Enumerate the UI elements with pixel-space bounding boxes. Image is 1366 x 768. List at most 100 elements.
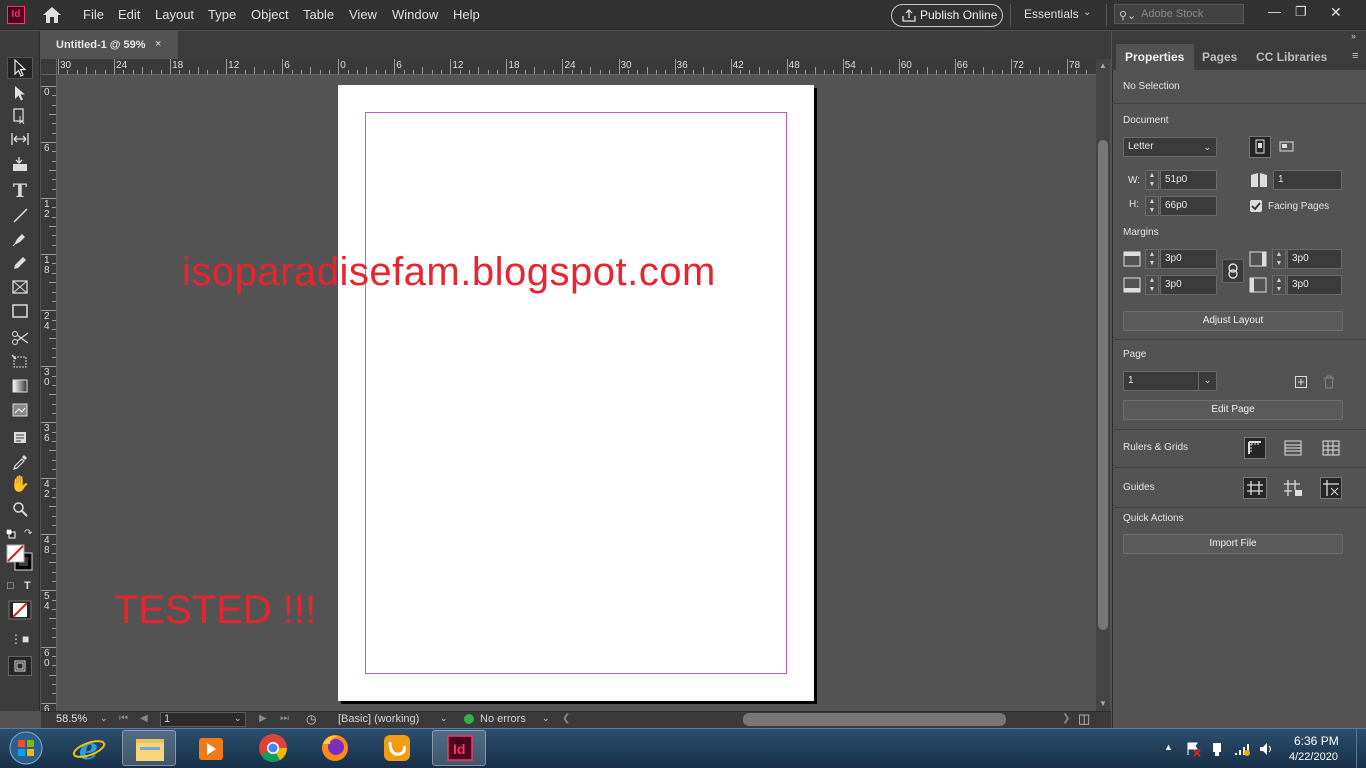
page-select[interactable]: 1 ⌄ [1123, 371, 1217, 391]
gradient-feather-tool[interactable] [9, 401, 31, 421]
import-file-button[interactable]: Import File [1123, 534, 1343, 554]
number-of-pages-field[interactable]: 1 [1273, 170, 1342, 190]
tab-properties[interactable]: Properties [1116, 44, 1194, 70]
preflight-icon[interactable]: ◷ [306, 712, 316, 726]
direct-selection-tool[interactable] [9, 83, 31, 103]
menu-type[interactable]: Type [208, 7, 236, 22]
document-preset-select[interactable]: Letter ⌄ [1123, 137, 1217, 157]
action-center-icon[interactable] [1185, 741, 1201, 757]
indesign-app[interactable]: Id [432, 730, 486, 766]
menu-edit[interactable]: Edit [118, 7, 140, 22]
swap-fill-stroke-icon[interactable]: ↷ [24, 528, 32, 539]
ruler-origin[interactable] [41, 59, 57, 75]
vertical-ruler[interactable]: 0 6 12 18 24 30 36 42 48 54 60 6 [41, 75, 57, 714]
hand-tool[interactable]: ✋ [9, 475, 31, 495]
screen-mode-button[interactable] [8, 656, 32, 676]
portrait-orientation-button[interactable] [1249, 136, 1271, 158]
margin-bottom-field[interactable]: 3p0 [1160, 275, 1217, 295]
document-grid-icon[interactable] [1321, 438, 1341, 458]
guides-visibility-icon[interactable] [1243, 477, 1267, 499]
show-desktop-button[interactable] [1356, 729, 1366, 768]
height-stepper[interactable]: ▲ ▼ [1145, 196, 1159, 216]
chrome-app[interactable] [246, 730, 300, 766]
gap-tool[interactable] [9, 130, 31, 150]
home-icon[interactable] [42, 6, 62, 24]
preflight-profile[interactable]: [Basic] (working) [338, 713, 419, 725]
scroll-left-icon[interactable]: ❮ [562, 713, 570, 724]
split-window-icon[interactable]: ◫ [1078, 711, 1090, 727]
edit-page-button[interactable]: Edit Page [1123, 400, 1343, 420]
tab-pages[interactable]: Pages [1202, 44, 1237, 70]
firefox-app[interactable] [308, 730, 362, 766]
workspace-switcher[interactable]: Essentials [1024, 7, 1079, 21]
formatting-text-icon[interactable]: T [24, 580, 31, 592]
usb-device-icon[interactable] [1209, 741, 1225, 757]
rectangle-frame-tool[interactable] [9, 278, 31, 298]
adjust-layout-button[interactable]: Adjust Layout [1123, 311, 1343, 331]
default-fill-stroke-icon[interactable] [5, 528, 16, 539]
clock-date[interactable]: 4/22/2020 [1289, 751, 1338, 763]
zoom-tool[interactable] [9, 499, 31, 519]
margin-outside-field[interactable]: 3p0 [1287, 275, 1342, 295]
panel-menu-icon[interactable]: ≡ [1352, 50, 1358, 62]
menu-view[interactable]: View [349, 7, 377, 22]
apply-none-swatch[interactable] [8, 600, 32, 620]
next-page-icon[interactable]: ▶ [259, 713, 267, 724]
menu-help[interactable]: Help [453, 7, 480, 22]
menu-file[interactable]: File [83, 7, 104, 22]
link-margins-button[interactable] [1222, 259, 1244, 283]
horizontal-ruler[interactable]: 30 24 18 12 6 0 6 12 18 24 30 36 42 48 54 60 66 72 78 [57, 59, 1096, 75]
media-player-app[interactable] [184, 730, 238, 766]
width-field[interactable]: 51p0 [1160, 170, 1217, 190]
margin-inside-field[interactable]: 3p0 [1287, 249, 1342, 269]
margin-outside-stepper[interactable]: ▲ ▼ [1272, 275, 1286, 295]
chevron-down-icon[interactable]: ⌄ [542, 713, 550, 724]
delete-page-icon[interactable] [1323, 375, 1335, 389]
scroll-down-icon[interactable]: ▼ [1099, 699, 1107, 708]
baseline-grid-icon[interactable] [1283, 438, 1303, 458]
margin-top-stepper[interactable]: ▲ ▼ [1145, 249, 1159, 269]
minimize-icon[interactable]: — [1268, 4, 1281, 19]
margin-inside-stepper[interactable]: ▲ ▼ [1272, 249, 1286, 269]
rectangle-tool[interactable] [9, 302, 31, 322]
scissors-tool[interactable] [9, 328, 31, 348]
eyedropper-tool[interactable] [9, 452, 31, 472]
network-icon[interactable] [1233, 741, 1251, 757]
menu-window[interactable]: Window [392, 7, 438, 22]
formatting-container-icon[interactable]: □ [7, 580, 14, 592]
clock-time[interactable]: 6:36 PM [1294, 734, 1339, 748]
pen-tool[interactable] [9, 229, 31, 249]
fill-stroke-swatch[interactable] [6, 544, 34, 572]
landscape-orientation-button[interactable] [1277, 137, 1297, 157]
free-transform-tool[interactable] [9, 352, 31, 372]
first-page-icon[interactable]: ⏮ [119, 713, 128, 724]
start-button[interactable] [4, 729, 48, 767]
volume-icon[interactable] [1258, 741, 1274, 757]
margin-top-field[interactable]: 3p0 [1160, 249, 1217, 269]
type-tool[interactable]: T [9, 181, 31, 201]
horizontal-scroll-thumb[interactable] [743, 713, 1006, 726]
publish-online-button[interactable]: Publish Online [891, 4, 1003, 27]
close-tab-icon[interactable]: × [155, 38, 161, 50]
gradient-swatch-tool[interactable] [9, 377, 31, 397]
content-collector-tool[interactable] [9, 154, 31, 174]
width-stepper[interactable]: ▲ ▼ [1145, 170, 1159, 190]
pencil-tool[interactable] [9, 253, 31, 273]
menu-layout[interactable]: Layout [155, 7, 194, 22]
tab-cc-libraries[interactable]: CC Libraries [1256, 44, 1327, 70]
previous-page-icon[interactable]: ◀ [140, 713, 148, 724]
facing-pages-checkbox[interactable] [1250, 200, 1262, 212]
ruler-toggle-icon[interactable] [1244, 437, 1266, 459]
zoom-level[interactable]: 58.5% [56, 713, 87, 725]
show-hidden-icons[interactable]: ▲ [1164, 742, 1173, 752]
smart-guides-icon[interactable] [1320, 477, 1342, 499]
menu-object[interactable]: Object [251, 7, 289, 22]
margin-bottom-stepper[interactable]: ▲ ▼ [1145, 275, 1159, 295]
line-tool[interactable] [9, 205, 31, 225]
chevron-down-icon[interactable]: ⌄ [440, 713, 448, 724]
view-mode-icon[interactable]: ⋮■ [10, 632, 29, 646]
lock-guides-icon[interactable] [1282, 478, 1304, 498]
close-window-icon[interactable]: ✕ [1330, 4, 1342, 21]
file-explorer-app[interactable] [122, 730, 176, 766]
note-tool[interactable] [9, 428, 31, 448]
